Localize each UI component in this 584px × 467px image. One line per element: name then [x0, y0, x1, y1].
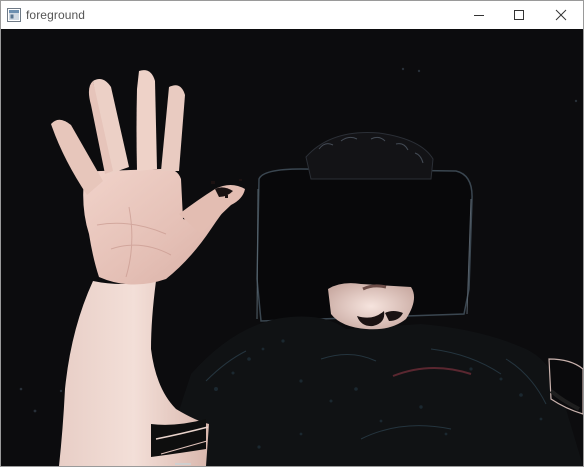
minimize-button[interactable]: [457, 1, 501, 29]
app-window: foreground: [0, 0, 584, 467]
opencv-window-icon: [7, 8, 21, 22]
video-frame-canvas: [1, 29, 583, 466]
foreground-mask-image: [1, 29, 583, 466]
minimize-icon: [474, 15, 484, 16]
close-button[interactable]: [539, 1, 583, 29]
close-icon: [555, 9, 567, 21]
title-bar[interactable]: foreground: [1, 1, 583, 29]
window-title: foreground: [26, 8, 86, 22]
maximize-button[interactable]: [497, 1, 541, 29]
middle-finger: [136, 70, 157, 171]
maximize-icon: [514, 10, 524, 20]
frame-bottom-marker: [175, 463, 191, 465]
